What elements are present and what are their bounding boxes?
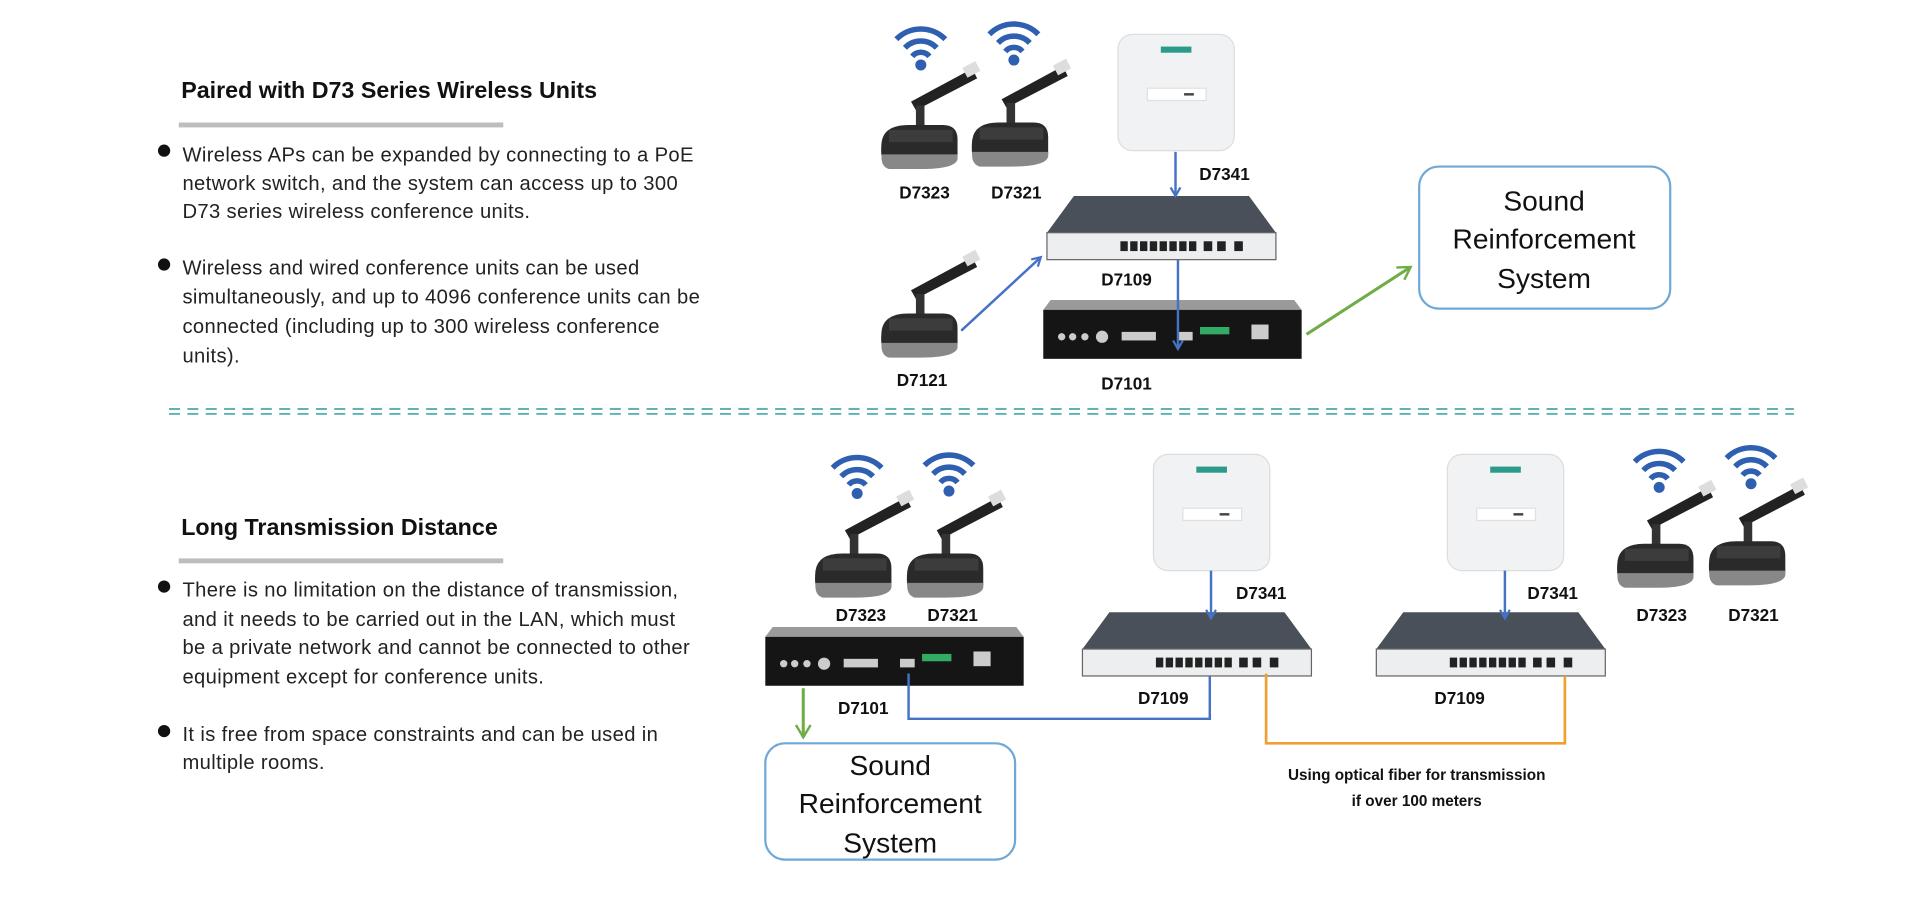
- label-d7109: D7109: [1434, 688, 1484, 708]
- bullet-text: equipment except for conference units.: [182, 666, 544, 688]
- bullet-text: network switch, and the system can acces…: [182, 173, 678, 195]
- bullet-text: simultaneously, and up to 4096 conferenc…: [182, 287, 700, 309]
- section-title-paired: Paired with D73 Series Wireless Units: [181, 77, 597, 103]
- bullet-icon: [157, 580, 171, 593]
- diagram: Paired with D73 Series Wireless Units Wi…: [157, 0, 1809, 861]
- conference-unit-d7323: [815, 489, 915, 598]
- label-d7101: D7101: [838, 698, 889, 718]
- bullet-text: There is no limitation on the distance o…: [182, 579, 678, 601]
- conference-unit-d7323: [881, 61, 981, 170]
- label-d7323: D7323: [1636, 605, 1686, 625]
- access-point-d7341: [1446, 453, 1565, 572]
- wifi-icon: [896, 29, 945, 71]
- label-d7109: D7109: [1138, 688, 1188, 708]
- sound-box-text: Reinforcement: [1453, 224, 1636, 255]
- label-d7341: D7341: [1236, 583, 1287, 603]
- sound-box-text: Reinforcement: [799, 788, 982, 819]
- label-d7323: D7323: [899, 182, 949, 202]
- title-underline: [178, 558, 504, 564]
- label-d7321: D7321: [991, 182, 1042, 202]
- conference-unit-d7323: [1617, 479, 1717, 588]
- conference-unit-d7121: [881, 249, 981, 358]
- wifi-icon: [833, 458, 882, 500]
- switch-d7109: [1375, 611, 1606, 677]
- conference-unit-d7321: [1708, 477, 1809, 586]
- bullet-icon: [157, 144, 171, 157]
- access-point-d7341: [1152, 453, 1271, 572]
- bullet-icon: [157, 724, 171, 738]
- label-d7341: D7341: [1527, 583, 1578, 603]
- optical-fiber-cable: [1264, 673, 1567, 745]
- bullet-text: Wireless APs can be expanded by connecti…: [182, 145, 693, 167]
- wifi-icon: [1727, 448, 1776, 490]
- bullet-text: be a private network and cannot be conne…: [182, 637, 690, 659]
- fiber-caption: if over 100 meters: [1352, 793, 1482, 810]
- bullet-text: D73 series wireless conference units.: [182, 201, 530, 223]
- sound-box-text: System: [1497, 263, 1591, 294]
- bullet-text: connected (including up to 300 wireless …: [182, 316, 659, 338]
- label-d7323: D7323: [836, 605, 886, 625]
- bullet-text: Wireless and wired conference units can …: [182, 257, 639, 279]
- sound-box-text: Sound: [849, 750, 930, 781]
- bullet-text: and it needs to be carried out in the LA…: [182, 609, 675, 631]
- controller-d7101: [1043, 300, 1302, 359]
- bullet-text: units).: [182, 346, 240, 368]
- label-d7109: D7109: [1101, 269, 1151, 289]
- bullet-text: It is free from space constraints and ca…: [182, 724, 658, 746]
- label-d7101: D7101: [1101, 373, 1152, 393]
- label-d7121: D7121: [897, 370, 948, 390]
- sound-box-text: System: [843, 827, 937, 858]
- wifi-icon: [989, 24, 1038, 66]
- access-point-d7341: [1117, 33, 1235, 152]
- label-d7321: D7321: [927, 605, 978, 625]
- conference-unit-d7321: [971, 58, 1072, 167]
- audio-output-arrow: [1305, 265, 1413, 336]
- label-d7341: D7341: [1199, 164, 1250, 184]
- section-title-long-distance: Long Transmission Distance: [181, 514, 498, 540]
- switch-d7109: [1046, 195, 1277, 261]
- bullet-text: multiple rooms.: [182, 752, 324, 774]
- fiber-caption: Using optical fiber for transmission: [1288, 767, 1546, 784]
- sound-box-text: Sound: [1503, 186, 1584, 217]
- label-d7321: D7321: [1728, 605, 1779, 625]
- switch-d7109: [1081, 611, 1313, 677]
- wifi-icon: [1635, 451, 1684, 493]
- controller-d7101: [765, 626, 1024, 686]
- bullet-icon: [157, 258, 171, 271]
- section-divider: [168, 408, 1794, 415]
- wifi-icon: [924, 455, 973, 497]
- conference-unit-d7321: [906, 489, 1007, 598]
- title-underline: [178, 122, 504, 128]
